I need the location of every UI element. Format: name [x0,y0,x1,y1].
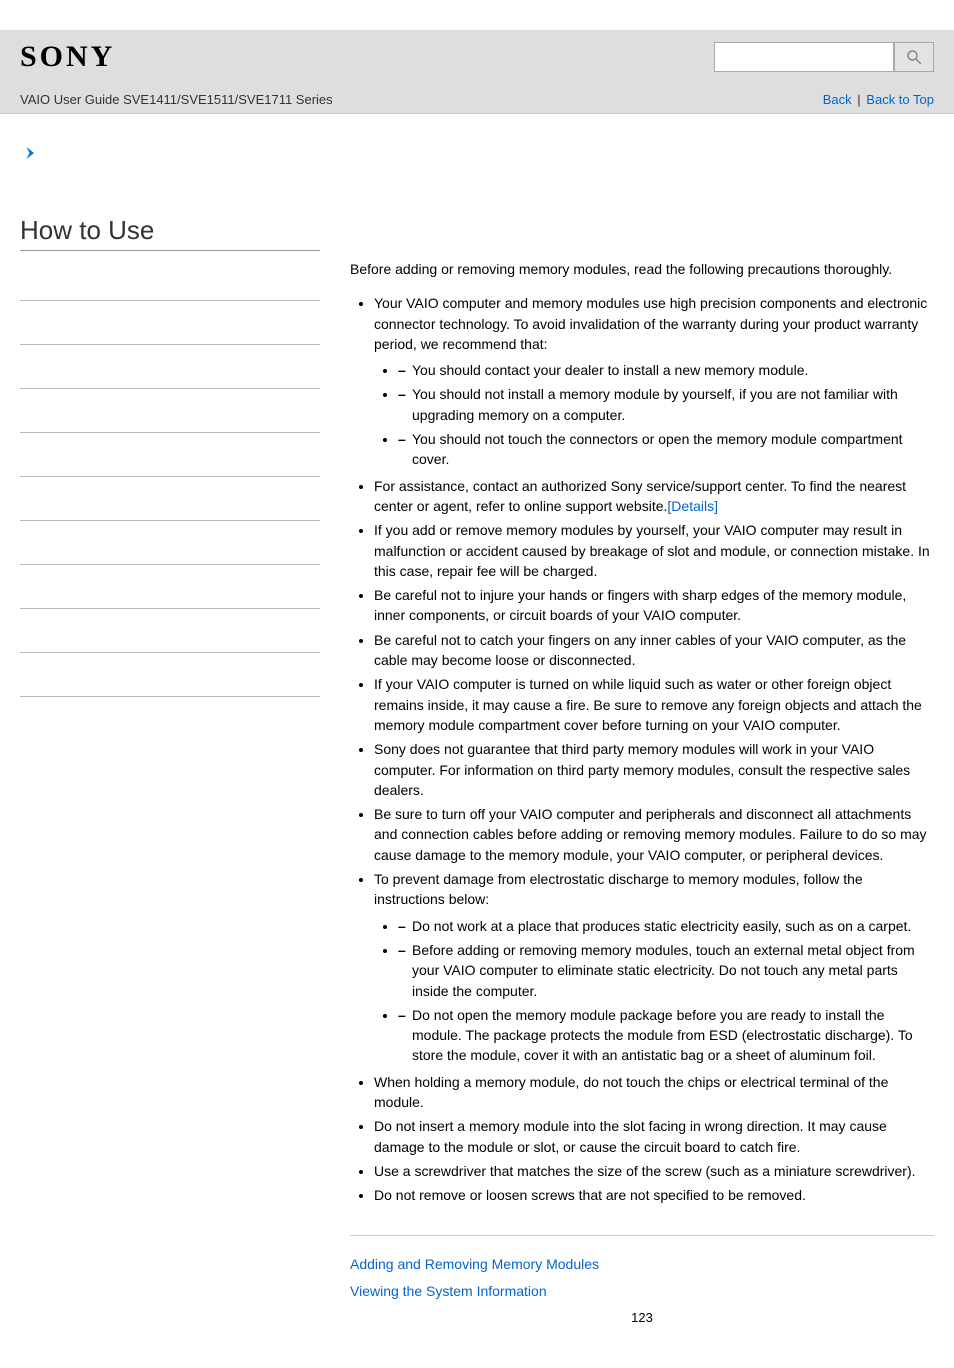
sidebar-item[interactable] [20,521,320,565]
sidebar-item[interactable] [20,609,320,653]
intro-paragraph: Before adding or removing memory modules… [350,259,934,279]
list-item: Use a screwdriver that matches the size … [374,1161,934,1181]
search-button[interactable] [894,42,934,72]
nav-links: Back | Back to Top [823,92,934,107]
sidebar-item[interactable] [20,389,320,433]
list-item: If your VAIO computer is turned on while… [374,674,934,735]
logo: SONY [20,40,115,74]
sidebar: How to Use [20,175,320,1328]
sidebar-item[interactable] [20,345,320,389]
page-number: 123 [350,1309,934,1328]
list-item: Your VAIO computer and memory modules us… [374,293,934,469]
sidebar-item[interactable] [20,477,320,521]
list-sub-item: Before adding or removing memory modules… [398,940,934,1001]
related-link[interactable]: Adding and Removing Memory Modules [350,1254,934,1274]
sidebar-item[interactable] [20,565,320,609]
related-link[interactable]: Viewing the System Information [350,1281,934,1301]
list-item: Be sure to turn off your VAIO computer a… [374,804,934,865]
sidebar-item[interactable] [20,653,320,697]
list-sub-item: Do not work at a place that produces sta… [398,916,934,936]
back-link[interactable]: Back [823,92,852,107]
related-links: Adding and Removing Memory Modules Viewin… [350,1254,934,1301]
main-content: Before adding or removing memory modules… [350,175,934,1328]
sidebar-title: How to Use [20,215,320,251]
precautions-list: Your VAIO computer and memory modules us… [350,293,934,1205]
search-input[interactable] [714,42,894,72]
list-item: When holding a memory module, do not tou… [374,1072,934,1113]
list-item: For assistance, contact an authorized So… [374,476,934,517]
search-icon [905,48,923,66]
footer-separator [350,1235,934,1236]
details-link[interactable]: [Details] [667,498,718,514]
chevron-right-icon [22,144,40,162]
list-sub-item: Do not open the memory module package be… [398,1005,934,1066]
list-sub-item: You should not install a memory module b… [398,384,934,425]
list-item: If you add or remove memory modules by y… [374,520,934,581]
back-to-top-link[interactable]: Back to Top [866,92,934,107]
list-item: To prevent damage from electrostatic dis… [374,869,934,1066]
list-sub-item: You should contact your dealer to instal… [398,360,934,380]
list-item: Do not remove or loosen screws that are … [374,1185,934,1205]
list-item: Be careful not to catch your fingers on … [374,630,934,671]
list-sub-item: You should not touch the connectors or o… [398,429,934,470]
header: SONY VAIO User Guide SVE1411/SVE1511/SVE… [0,30,954,114]
sidebar-item[interactable] [20,433,320,477]
sidebar-item[interactable] [20,257,320,301]
list-item: Sony does not guarantee that third party… [374,739,934,800]
search-box [714,42,934,72]
sidebar-item[interactable] [20,301,320,345]
nav-separator: | [857,92,860,107]
list-item: Be careful not to injure your hands or f… [374,585,934,626]
list-item: Do not insert a memory module into the s… [374,1116,934,1157]
guide-subtitle: VAIO User Guide SVE1411/SVE1511/SVE1711 … [20,92,333,107]
